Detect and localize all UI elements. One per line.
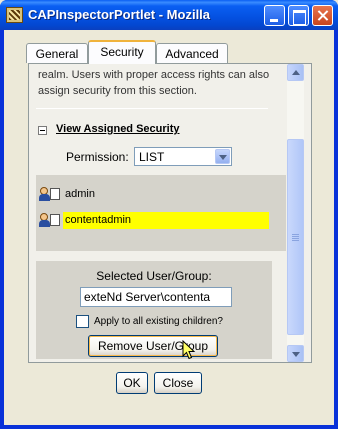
close-icon[interactable] — [312, 5, 333, 26]
apply-children-label: Apply to all existing children? — [94, 316, 223, 327]
permission-select[interactable]: LIST — [134, 147, 232, 166]
list-item[interactable]: contentadmin — [36, 209, 286, 231]
maximize-icon[interactable] — [288, 5, 309, 26]
window-title: CAPInspectorPortlet - Mozilla — [28, 7, 211, 22]
list-item[interactable]: admin — [36, 183, 286, 205]
permission-label: Permission: — [66, 150, 129, 164]
minimize-icon[interactable] — [264, 5, 285, 26]
close-button[interactable]: Close — [154, 372, 202, 394]
vertical-scrollbar[interactable] — [287, 64, 304, 362]
tab-security[interactable]: Security — [88, 40, 156, 64]
scroll-down-icon[interactable] — [287, 345, 304, 362]
security-description: realm. Users with proper access rights c… — [38, 69, 270, 97]
divider — [36, 108, 268, 109]
selected-user-box: Selected User/Group: exteNd Server\conte… — [36, 261, 272, 359]
tab-general[interactable]: General — [26, 43, 88, 63]
user-group-icon — [39, 213, 61, 227]
remove-user-group-button[interactable]: Remove User/Group — [88, 335, 218, 357]
user-name-selected: contentadmin — [63, 212, 269, 229]
scroll-thumb[interactable] — [287, 139, 304, 335]
apply-children-checkbox[interactable] — [76, 315, 89, 328]
user-group-icon — [39, 187, 61, 201]
ok-button[interactable]: OK — [116, 372, 148, 394]
user-name: admin — [65, 188, 95, 200]
mouse-pointer-icon — [182, 340, 196, 360]
app-icon[interactable] — [6, 7, 23, 23]
selected-user-label: Selected User/Group: — [96, 269, 212, 283]
assigned-users-list: admin contentadmin — [36, 175, 286, 251]
selected-user-field[interactable]: exteNd Server\contenta — [80, 287, 232, 307]
permission-value: LIST — [139, 150, 165, 164]
dropdown-arrow-icon[interactable] — [215, 149, 230, 164]
scroll-grip — [292, 234, 299, 241]
collapse-icon[interactable] — [38, 126, 47, 135]
browser-window: CAPInspectorPortlet - Mozilla General Se… — [0, 0, 338, 429]
window-client-area: General Security Advanced realm. Users w… — [4, 30, 334, 425]
tab-advanced[interactable]: Advanced — [156, 43, 228, 63]
security-panel-content: realm. Users with proper access rights c… — [30, 65, 286, 361]
title-bar[interactable]: CAPInspectorPortlet - Mozilla — [0, 0, 338, 30]
view-assigned-security-link[interactable]: View Assigned Security — [56, 123, 180, 135]
security-panel: realm. Users with proper access rights c… — [28, 63, 312, 363]
scroll-up-icon[interactable] — [287, 64, 304, 81]
